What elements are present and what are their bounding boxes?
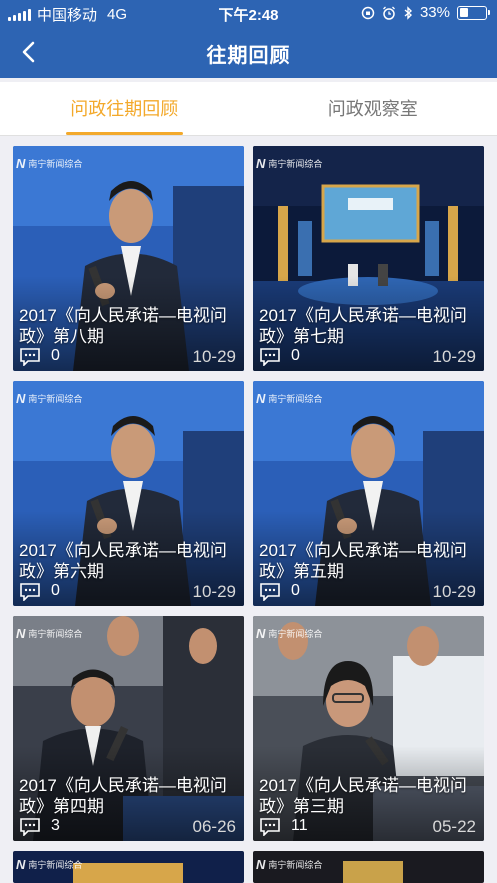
- episode-meta: 0 10-29: [259, 347, 476, 367]
- channel-logo: N 南宁新闻综合: [16, 156, 83, 171]
- alarm-icon: [383, 6, 395, 20]
- comment-bubble-icon: [260, 818, 280, 836]
- channel-logo-text: 南宁新闻综合: [268, 860, 323, 870]
- comment-count: 0: [51, 582, 60, 599]
- bluetooth-icon: [404, 5, 413, 20]
- episode-title: 2017《向人民承诺—电视问政》第六期: [19, 541, 227, 581]
- channel-logo-text: 南宁新闻综合: [28, 394, 83, 404]
- app-header: 中国移动 4G 下午2:48 33% 往期回顾: [0, 0, 497, 78]
- comment-bubble-icon: [20, 348, 40, 366]
- episode-date: 05-22: [432, 817, 476, 836]
- comment-count: 0: [291, 347, 300, 364]
- episode-date: 10-29: [432, 582, 476, 601]
- channel-logo: N 南宁新闻综合: [256, 391, 323, 406]
- status-right: 33%: [361, 4, 490, 21]
- comment-count: 3: [51, 817, 60, 834]
- episode-card[interactable]: N 南宁新闻综合 2017《向人民承诺—电视问政》第五期 0 10-29: [253, 381, 484, 606]
- battery-percent: 33%: [419, 4, 450, 21]
- rotation-lock-icon: [361, 6, 375, 19]
- episode-date: 10-29: [432, 347, 476, 366]
- channel-logo-text: 南宁新闻综合: [28, 629, 83, 639]
- tab-bar: 问政往期回顾 问政观察室: [0, 82, 497, 136]
- comment-bubble-icon: [20, 818, 40, 836]
- page-title: 往期回顾: [206, 45, 291, 67]
- comment-count: 11: [291, 817, 308, 834]
- comment-bubble-icon: [260, 583, 280, 601]
- battery-icon: [457, 5, 490, 20]
- episode-card[interactable]: N 南宁新闻综合 2017《向人民承诺—电视问政》第四期 3 06-26: [13, 616, 244, 841]
- channel-logo: N 南宁新闻综合: [16, 626, 83, 641]
- episode-date: 06-26: [192, 817, 236, 836]
- channel-logo-text: 南宁新闻综合: [268, 159, 323, 169]
- episode-title: 2017《向人民承诺—电视问政》第七期: [259, 306, 467, 346]
- episode-card-partial[interactable]: N 南宁新闻综合: [13, 851, 244, 883]
- channel-logo-text: 南宁新闻综合: [268, 394, 323, 404]
- channel-logo-text: 南宁新闻综合: [28, 860, 83, 870]
- episode-card[interactable]: N 南宁新闻综合 2017《向人民承诺—电视问政》第七期 0 10-29: [253, 146, 484, 371]
- episode-title: 2017《向人民承诺—电视问政》第五期: [259, 541, 467, 581]
- comment-count: 0: [291, 582, 300, 599]
- episode-meta: 0 10-29: [19, 582, 236, 602]
- tab-observation-room[interactable]: 问政观察室: [249, 82, 497, 135]
- episode-date: 10-29: [192, 347, 236, 366]
- channel-logo-text: 南宁新闻综合: [268, 629, 323, 639]
- channel-logo: N 南宁新闻综合: [256, 626, 323, 641]
- episode-card[interactable]: N 南宁新闻综合 2017《向人民承诺—电视问政》第六期 0 10-29: [13, 381, 244, 606]
- comment-count: 0: [51, 347, 60, 364]
- episode-card[interactable]: N 南宁新闻综合 2017《向人民承诺—电视问政》第三期 11 05-22: [253, 616, 484, 841]
- battery-fill: [459, 8, 468, 17]
- episode-card[interactable]: N 南宁新闻综合 2017《向人民承诺—电视问政》第八期 0 10-29: [13, 146, 244, 371]
- tab-past-review[interactable]: 问政往期回顾: [0, 82, 249, 135]
- episode-meta: 11 05-22: [259, 817, 476, 837]
- episode-meta: 0 10-29: [259, 582, 476, 602]
- episode-date: 10-29: [192, 582, 236, 601]
- episode-meta: 0 10-29: [19, 347, 236, 367]
- episode-title: 2017《向人民承诺—电视问政》第四期: [19, 776, 227, 816]
- episode-title: 2017《向人民承诺—电视问政》第三期: [259, 776, 467, 816]
- channel-logo-text: 南宁新闻综合: [28, 159, 83, 169]
- nav-bar: 往期回顾: [0, 26, 497, 78]
- comment-bubble-icon: [20, 583, 40, 601]
- episode-meta: 3 06-26: [19, 817, 236, 837]
- episode-card-partial[interactable]: N 南宁新闻综合: [253, 851, 484, 883]
- channel-logo: N 南宁新闻综合: [16, 857, 83, 872]
- comment-bubble-icon: [260, 348, 280, 366]
- status-bar: 中国移动 4G 下午2:48 33%: [0, 0, 497, 26]
- channel-logo: N 南宁新闻综合: [16, 391, 83, 406]
- channel-logo: N 南宁新闻综合: [256, 156, 323, 171]
- episode-title: 2017《向人民承诺—电视问政》第八期: [19, 306, 227, 346]
- channel-logo: N 南宁新闻综合: [256, 857, 323, 872]
